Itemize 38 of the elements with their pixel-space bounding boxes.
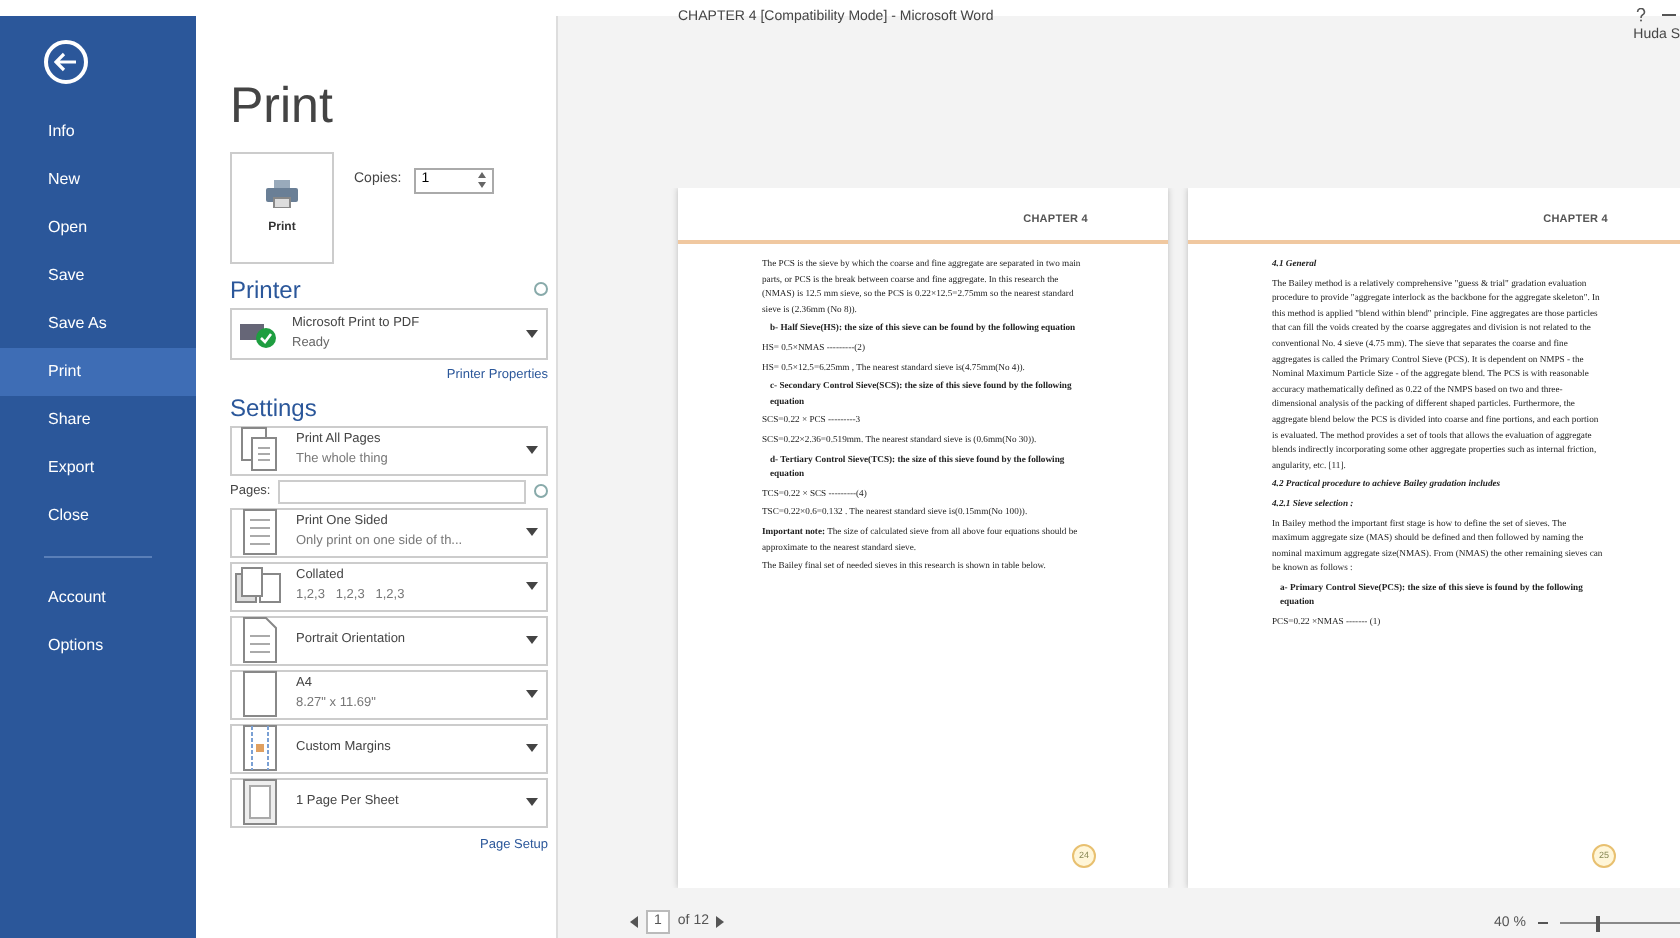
help-icon[interactable]: [1636, 8, 1646, 22]
previous-page-icon[interactable]: [630, 915, 638, 928]
print-heading: Print: [230, 76, 335, 136]
margins-page-icon: [242, 724, 278, 773]
page-sheet-icon: [242, 778, 278, 827]
settings-heading: Settings: [230, 393, 319, 422]
dropdown-caret-icon: [526, 528, 538, 537]
collated-pages-icon: [234, 566, 286, 607]
stacked-pages-icon: [240, 426, 280, 475]
dropdown-caret-icon: [526, 690, 538, 699]
dropdown-caret-icon: [526, 582, 538, 591]
page-lines-icon: [242, 508, 278, 557]
spin-arrows-icon: [477, 172, 486, 188]
dropdown-caret-icon: [526, 330, 538, 338]
sidebar-item[interactable]: Print: [0, 348, 196, 396]
dropdown-caret-icon: [526, 744, 538, 753]
next-page-icon[interactable]: [716, 915, 725, 928]
sidebar-item[interactable]: Share: [0, 396, 196, 444]
sidebar-item[interactable]: Info: [0, 108, 196, 156]
dropdown-caret-icon: [526, 798, 538, 807]
sidebar-item[interactable]: Save As: [0, 300, 196, 348]
pages-input[interactable]: [278, 479, 526, 504]
sidebar-item[interactable]: Close: [0, 492, 196, 540]
zoom-slider[interactable]: [1560, 915, 1680, 932]
sidebar-item[interactable]: Options: [0, 622, 196, 670]
portrait-page-icon: [242, 616, 278, 665]
sidebar-item[interactable]: Open: [0, 204, 196, 252]
sidebar-item[interactable]: New: [0, 156, 196, 204]
dropdown-caret-icon: [526, 636, 538, 645]
sidebar-item[interactable]: Account: [0, 574, 196, 622]
dropdown-caret-icon: [526, 446, 538, 455]
back-icon[interactable]: [44, 40, 88, 84]
printer-heading: Printer: [230, 276, 301, 304]
blank-page-icon: [242, 670, 278, 719]
printer-ready-icon: [240, 320, 276, 348]
sidebar-item[interactable]: Export: [0, 444, 196, 492]
sidebar-item[interactable]: Save: [0, 252, 196, 300]
printer-icon: [266, 179, 298, 207]
